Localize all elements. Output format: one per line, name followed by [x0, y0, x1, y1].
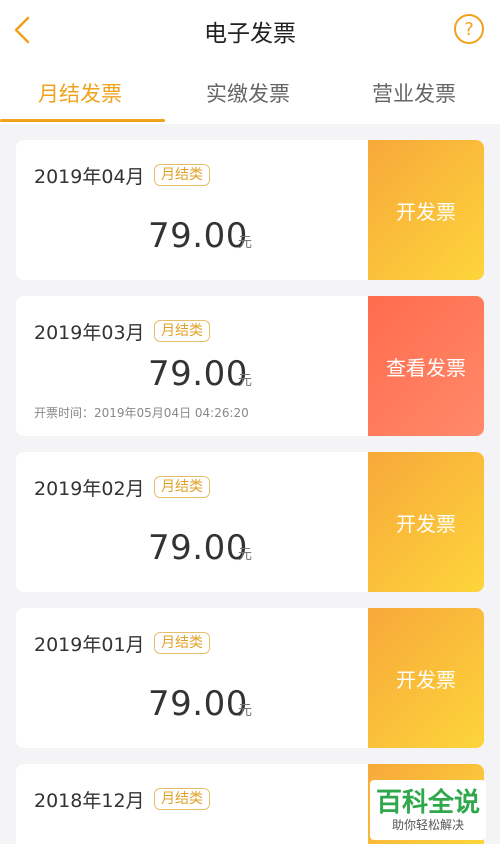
invoice-amount: 79.00 — [148, 528, 248, 568]
help-icon[interactable]: ? — [452, 12, 486, 46]
invoice-month: 2019年03月 — [34, 322, 145, 344]
watermark-title: 百科全说 — [375, 788, 480, 818]
tab-bar: 月结发票 实缴发票 营业发票 — [0, 62, 500, 124]
view-invoice-button[interactable]: 查看发票 — [368, 296, 484, 436]
invoice-unit: 元 — [238, 235, 252, 251]
invoice-tag: 月结类 — [154, 164, 210, 186]
invoice-tag: 月结类 — [154, 632, 210, 654]
invoice-unit: 元 — [238, 547, 252, 563]
svg-text:?: ? — [464, 19, 474, 40]
tab-business[interactable]: 营业发票 — [372, 78, 456, 108]
issue-invoice-button[interactable]: 开发票 — [368, 140, 484, 280]
invoice-unit: 元 — [238, 703, 252, 719]
invoice-amount: 79.00 — [148, 684, 248, 724]
invoice-amount: 79.00 — [148, 354, 248, 394]
issue-invoice-button[interactable]: 开发票 — [368, 452, 484, 592]
invoice-month: 2019年01月 — [34, 634, 145, 656]
invoice-month: 2019年04月 — [34, 166, 145, 188]
invoice-unit: 元 — [238, 373, 252, 389]
issue-invoice-button[interactable]: 开发票 — [368, 608, 484, 748]
tab-monthly[interactable]: 月结发票 — [38, 78, 122, 108]
invoice-month: 2019年02月 — [34, 478, 145, 500]
active-tab-indicator — [0, 119, 165, 122]
watermark-logo: 百科全说 助你轻松解决 — [370, 780, 486, 840]
invoice-tag: 月结类 — [154, 788, 210, 810]
invoice-card: 2019年01月 月结类 79.00 元 开发票 — [16, 608, 484, 748]
invoice-tag: 月结类 — [154, 320, 210, 342]
header: 电子发票 ? — [0, 0, 500, 62]
invoice-card: 2019年03月 月结类 79.00 元 开票时间：2019年05月04日 04… — [16, 296, 484, 436]
invoice-month: 2018年12月 — [34, 790, 145, 812]
tab-paid[interactable]: 实缴发票 — [206, 78, 290, 108]
invoice-amount: 79.00 — [148, 216, 248, 256]
invoice-issue-time: 开票时间：2019年05月04日 04:26:20 — [34, 406, 249, 420]
watermark-subtitle: 助你轻松解决 — [391, 818, 464, 832]
invoice-tag: 月结类 — [154, 476, 210, 498]
invoice-card: 2019年04月 月结类 79.00 元 开发票 — [16, 140, 484, 280]
invoice-card: 2019年02月 月结类 79.00 元 开发票 — [16, 452, 484, 592]
page-title: 电子发票 — [204, 21, 296, 47]
